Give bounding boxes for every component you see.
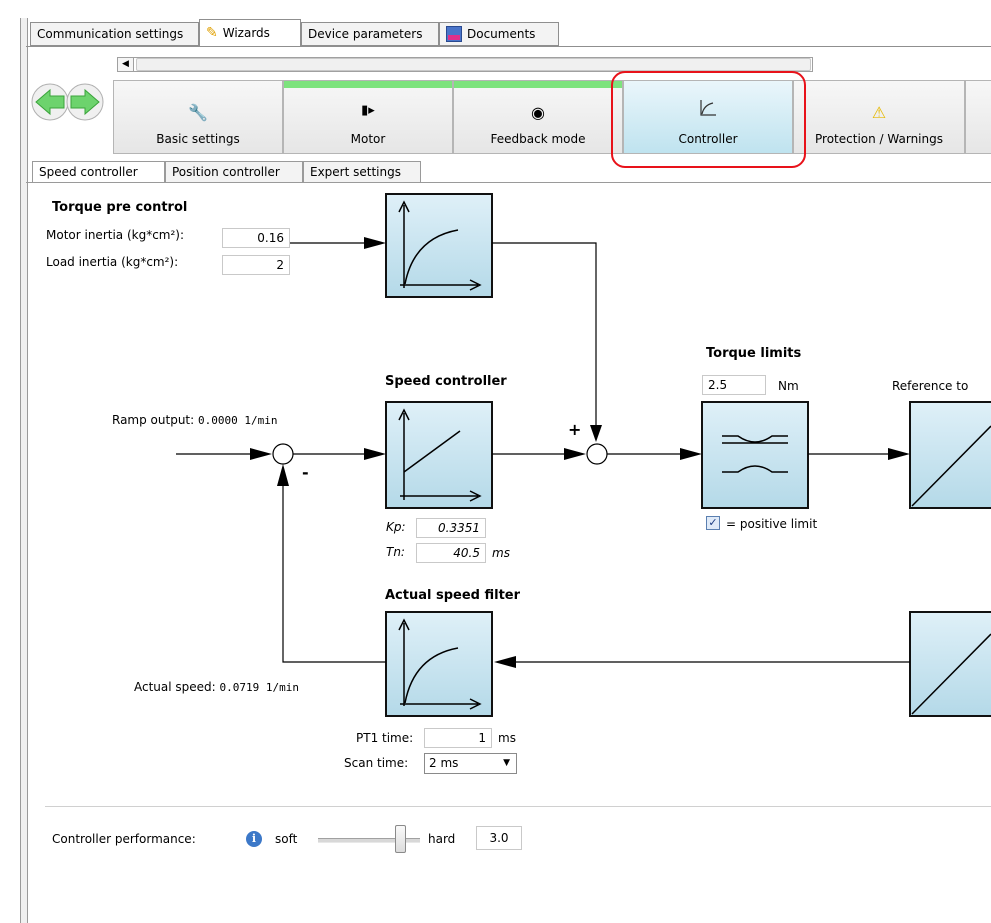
motor-inertia-label: Motor inertia (kg*cm²):: [46, 228, 185, 242]
feedback-block: [909, 611, 991, 717]
load-inertia-label: Load inertia (kg*cm²):: [46, 255, 179, 269]
dropdown-arrow-icon: ▼: [503, 758, 510, 768]
positive-limit-label: = positive limit: [726, 517, 818, 531]
soft-label: soft: [275, 832, 298, 846]
actual-speed-value: 0.0719 1/min: [219, 681, 300, 694]
ramp-output-label: Ramp output:: [112, 413, 195, 427]
torque-limits-block: [701, 401, 809, 509]
hard-label: hard: [428, 832, 456, 846]
ramp-output-readout: Ramp output: 0.0000 1/min: [112, 413, 277, 427]
actual-speed-filter-block: [385, 611, 493, 717]
scan-time-label: Scan time:: [344, 756, 409, 770]
positive-limit-checkbox[interactable]: ✓: [706, 516, 720, 530]
torque-limit-unit: Nm: [778, 379, 799, 393]
pt1-time-field[interactable]: 1: [424, 728, 492, 748]
reference-block: [909, 401, 991, 509]
tn-label: Tn:: [386, 545, 405, 559]
info-icon[interactable]: i: [246, 831, 262, 847]
actual-speed-filter-title: Actual speed filter: [385, 588, 521, 603]
motor-inertia-field[interactable]: 0.16: [222, 228, 290, 248]
kp-label: Kp:: [386, 520, 406, 534]
controller-performance-label: Controller performance:: [52, 832, 196, 846]
kp-field[interactable]: 0.3351: [416, 518, 486, 538]
torque-limits-title: Torque limits: [706, 346, 802, 361]
ramp-output-value: 0.0000 1/min: [198, 414, 278, 427]
minus-sign: -: [302, 463, 309, 482]
plus-sign: +: [568, 420, 582, 439]
pt1-time-label: PT1 time:: [356, 731, 414, 745]
torque-pre-control-block: [385, 193, 493, 298]
tn-unit: ms: [492, 546, 510, 560]
torque-pre-control-title: Torque pre control: [52, 200, 188, 215]
block-diagram: [176, 193, 991, 717]
scan-time-value: 2 ms: [429, 756, 459, 770]
speed-controller-title: Speed controller: [385, 374, 507, 389]
performance-value-field[interactable]: 3.0: [476, 826, 522, 850]
speed-controller-block: [385, 401, 493, 509]
section-divider: [45, 806, 991, 807]
performance-slider-thumb[interactable]: [395, 825, 406, 853]
scan-time-select[interactable]: 2 ms ▼: [424, 753, 517, 774]
actual-speed-label: Actual speed:: [134, 680, 216, 694]
actual-speed-readout: Actual speed: 0.0719 1/min: [134, 680, 299, 694]
reference-label: Reference to: [892, 379, 969, 393]
pt1-time-unit: ms: [498, 731, 516, 745]
load-inertia-field[interactable]: 2: [222, 255, 290, 275]
tn-field[interactable]: 40.5: [416, 543, 486, 563]
torque-limit-field[interactable]: 2.5: [702, 375, 766, 395]
